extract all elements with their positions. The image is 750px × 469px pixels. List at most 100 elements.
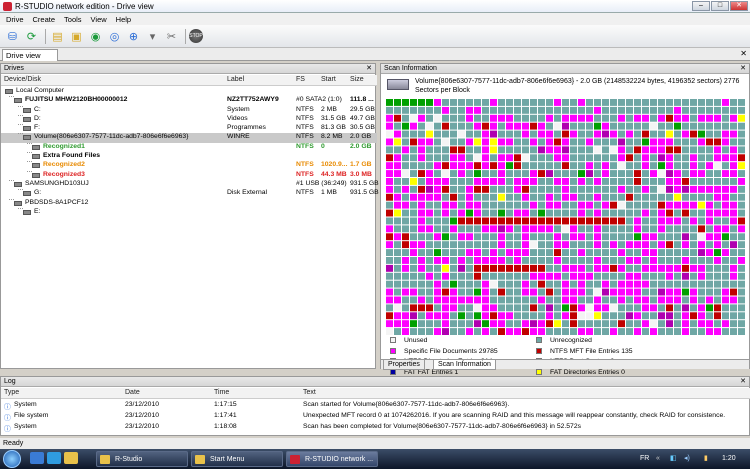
- stop-icon[interactable]: STOP: [189, 29, 203, 43]
- drive-row[interactable]: Recognized3 NTFS 44.3 MB 3.0 MB: [1, 170, 377, 180]
- drive-icon: [32, 163, 40, 169]
- menu-tools[interactable]: Tools: [64, 15, 82, 24]
- scan-block: [386, 241, 393, 249]
- close-panel-icon[interactable]: ✕: [740, 64, 746, 74]
- log-panel-header: Log ✕: [1, 377, 749, 387]
- tab-scan-information[interactable]: Scan Information: [433, 360, 496, 370]
- scan-block: [466, 249, 473, 256]
- scan-block: [586, 280, 593, 288]
- open-image-icon[interactable]: ▣: [68, 28, 85, 45]
- scan-block: [554, 106, 561, 114]
- drive-row[interactable]: Recognized2 NTFS 1020.9... 1.7 GB: [1, 161, 377, 170]
- drive-row[interactable]: G: Disk External NTFS 1 MB 931.5 GB: [1, 189, 379, 198]
- ie-icon[interactable]: [47, 452, 61, 464]
- scan-block: [586, 170, 593, 177]
- start-button[interactable]: [3, 450, 21, 468]
- menu-help[interactable]: Help: [116, 15, 131, 24]
- drive-row[interactable]: F: Programmes NTFS 81.3 GB 30.5 GB: [1, 124, 377, 133]
- drive-row[interactable]: FUJITSU MHW2120BH00000012 NZ2TT752AWY9 #0 …: [1, 96, 377, 105]
- log-row[interactable]: ⓘ System 23/12/2010 1:17:15 Scan started for…: [1, 401, 750, 411]
- drive-row[interactable]: Extra Found Files: [1, 152, 377, 161]
- tab-drive-view[interactable]: Drive view: [2, 49, 58, 61]
- volume-icon[interactable]: ◂): [684, 449, 690, 469]
- drive-row[interactable]: D: Videos NTFS 31.5 GB 49.7 GB: [1, 114, 377, 124]
- show-desktop-icon[interactable]: [30, 452, 44, 464]
- col-fs[interactable]: FS: [296, 76, 305, 83]
- scan-block: [666, 264, 673, 272]
- menu-create[interactable]: Create: [33, 15, 56, 24]
- drive-name: Volume{806e6307-7577-11dc-adb7-806e6f6e6…: [34, 133, 189, 141]
- explorer-icon[interactable]: [64, 452, 78, 464]
- scan-block: [706, 241, 713, 249]
- remove-icon[interactable]: ✂: [163, 28, 180, 45]
- clock[interactable]: 1:20: [722, 449, 736, 469]
- scan-block: [658, 312, 665, 320]
- taskbar: R-Studio Start Menu R-STUDIO network ...…: [0, 449, 750, 469]
- scan-block: [682, 328, 689, 335]
- scan-block: [674, 170, 681, 177]
- close-panel-icon[interactable]: ✕: [366, 64, 372, 74]
- open-drive-files-icon[interactable]: ▤: [49, 28, 66, 45]
- scan-block-map[interactable]: [386, 99, 746, 337]
- col-type[interactable]: Type: [4, 389, 19, 396]
- drive-row[interactable]: PBDSDS-8A1PCF12: [1, 198, 377, 208]
- network-icon[interactable]: ◧: [670, 449, 677, 469]
- legend-item: Unused: [390, 337, 427, 344]
- close-button[interactable]: ✕: [730, 1, 748, 11]
- scan-block: [714, 257, 721, 264]
- drive-size: 3.0 MB: [350, 170, 372, 178]
- scan-block: [610, 233, 617, 241]
- create-region-icon[interactable]: ⊕: [125, 28, 142, 45]
- connect-icon[interactable]: ⛁: [4, 28, 21, 45]
- scan-block: [538, 312, 545, 320]
- scan-block: [418, 241, 425, 249]
- scan-block: [474, 193, 481, 201]
- col-device[interactable]: Device/Disk: [4, 76, 41, 83]
- log-row[interactable]: ⓘ File system 23/12/2010 1:17:41 Unexpected …: [1, 412, 750, 422]
- tray-expand-icon[interactable]: «: [656, 449, 660, 469]
- task-r-studio-network[interactable]: R-STUDIO network ...: [286, 451, 378, 467]
- create-image-icon[interactable]: ◎: [106, 28, 123, 45]
- refresh-icon[interactable]: ⟳: [23, 28, 40, 45]
- col-start[interactable]: Start: [321, 76, 336, 83]
- menu-view[interactable]: View: [91, 15, 107, 24]
- dropdown-arrow-icon[interactable]: ▾: [144, 28, 161, 45]
- language-indicator[interactable]: FR: [640, 449, 649, 469]
- drive-row[interactable]: Volume{806e6307-7577-11dc-adb7-806e6f6e6…: [1, 133, 377, 143]
- log-row[interactable]: ⓘ System 23/12/2010 1:18:08 Scan has been co…: [1, 423, 750, 433]
- drive-row[interactable]: Recognized1 NTFS 0 2.0 GB: [1, 142, 377, 152]
- scan-block: [522, 162, 529, 170]
- maximize-button[interactable]: □: [711, 1, 729, 11]
- col-label[interactable]: Label: [227, 76, 244, 83]
- scan-icon[interactable]: ◉: [87, 28, 104, 45]
- drive-row[interactable]: E:: [1, 207, 377, 217]
- scan-block: [674, 233, 681, 241]
- scan-block: [562, 272, 569, 280]
- col-time[interactable]: Time: [214, 389, 229, 396]
- drive-row[interactable]: SAMSUNGHD103UJ #1 USB (36:249) 931.5 GB: [1, 179, 379, 189]
- task-r-studio[interactable]: R-Studio: [96, 451, 188, 467]
- drive-row[interactable]: C: System NTFS 2 MB 29.5 GB: [1, 105, 377, 115]
- scan-block: [482, 249, 489, 256]
- task-start-menu[interactable]: Start Menu: [191, 451, 283, 467]
- close-panel-icon[interactable]: ✕: [740, 377, 746, 387]
- menu-drive[interactable]: Drive: [6, 15, 24, 24]
- col-size[interactable]: Size: [350, 76, 364, 83]
- toolbar: ⛁ ⟳ ▤ ▣ ◉ ◎ ⊕ ▾ ✂ STOP: [0, 25, 750, 48]
- col-text[interactable]: Text: [303, 389, 316, 396]
- tree-connector: [27, 152, 32, 154]
- scan-block: [514, 288, 521, 296]
- drive-row[interactable]: Local Computer: [1, 87, 377, 96]
- col-date[interactable]: Date: [125, 389, 140, 396]
- scan-block: [514, 312, 521, 320]
- scan-block: [514, 146, 521, 154]
- scan-block: [666, 296, 673, 304]
- power-icon[interactable]: ▮: [704, 449, 708, 469]
- close-tab-icon[interactable]: ✕: [740, 49, 747, 58]
- scan-block: [538, 249, 545, 256]
- tab-properties[interactable]: Properties: [383, 360, 425, 370]
- minimize-button[interactable]: –: [692, 1, 710, 11]
- scan-block: [514, 225, 521, 233]
- scan-block: [634, 225, 641, 233]
- scan-block: [650, 122, 657, 130]
